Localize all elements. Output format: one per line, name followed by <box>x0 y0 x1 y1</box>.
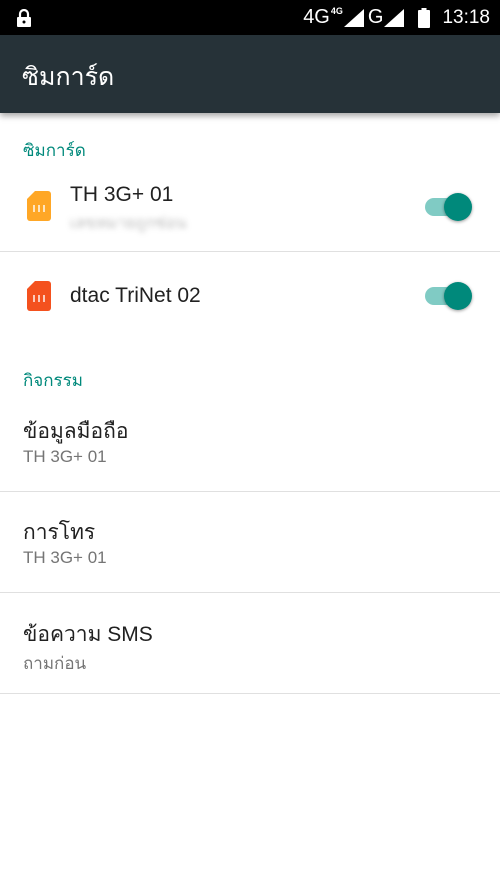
battery-icon <box>418 7 431 28</box>
network-badge: 4G <box>330 5 343 16</box>
pref-title: การโทร <box>23 521 96 544</box>
page-title: ซิมการ์ด <box>22 63 115 91</box>
network-type-2: G <box>367 6 384 28</box>
pref-mobile-data[interactable]: ข้อมูลมือถือ TH 3G+ 01 <box>0 400 500 491</box>
status-bar: 4G 4G G 13:18 <box>0 0 500 35</box>
sim-card-icon <box>27 281 51 311</box>
sim-toggle-1[interactable] <box>425 192 475 222</box>
activity-section-header: กิจกรรม <box>23 371 84 390</box>
lock-icon <box>17 9 31 27</box>
sim-number-hidden: เลขหมายถูกซ่อน <box>70 215 187 232</box>
clock: 13:18 <box>442 6 490 28</box>
sim-name: TH 3G+ 01 <box>70 183 174 206</box>
signal-icon <box>384 8 405 27</box>
pref-sms[interactable]: ข้อความ SMS ถามก่อน <box>0 593 500 693</box>
sim-row-2[interactable]: dtac TriNet 02 <box>0 252 500 340</box>
signal-icon <box>343 8 364 27</box>
pref-title: ข้อความ SMS <box>23 623 153 646</box>
pref-value: TH 3G+ 01 <box>23 548 107 567</box>
sim-toggle-2[interactable] <box>425 281 475 311</box>
divider <box>0 693 500 694</box>
sim-row-1[interactable]: TH 3G+ 01 เลขหมายถูกซ่อน <box>0 165 500 251</box>
sim-card-icon <box>27 191 51 221</box>
sim-name: dtac TriNet 02 <box>70 284 201 307</box>
pref-value: ถามก่อน <box>23 654 87 673</box>
pref-title: ข้อมูลมือถือ <box>23 420 129 443</box>
pref-value: TH 3G+ 01 <box>23 447 107 466</box>
sim-section-header: ซิมการ์ด <box>23 141 86 160</box>
pref-calls[interactable]: การโทร TH 3G+ 01 <box>0 492 500 592</box>
network-type-1: 4G <box>303 6 330 28</box>
app-bar: ซิมการ์ด <box>0 35 500 113</box>
status-indicators: 4G 4G G 13:18 <box>303 0 490 35</box>
